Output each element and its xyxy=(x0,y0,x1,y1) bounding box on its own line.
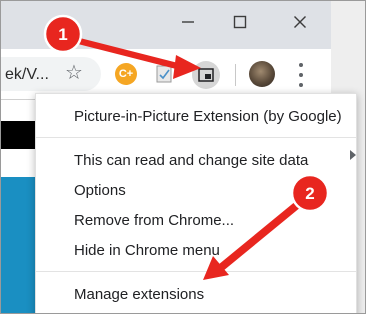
picture-in-picture-extension-button[interactable] xyxy=(192,61,220,89)
browser-window: ek/V... ☆ C+ Picture-in-Picture Extensio… xyxy=(0,0,366,314)
title-bar xyxy=(1,1,331,49)
bookmark-star-icon[interactable]: ☆ xyxy=(65,60,83,85)
menu-item-hide[interactable]: Hide in Chrome menu xyxy=(74,242,220,259)
maximize-button[interactable] xyxy=(217,7,263,37)
chrome-menu-button[interactable] xyxy=(293,63,309,87)
minimize-icon xyxy=(182,21,194,23)
close-icon xyxy=(294,16,306,28)
menu-divider xyxy=(36,271,356,272)
extension-context-menu: Picture-in-Picture Extension (by Google)… xyxy=(35,93,357,313)
page-dark-band xyxy=(1,121,35,149)
menu-item-extension-name[interactable]: Picture-in-Picture Extension (by Google) xyxy=(74,108,342,125)
page-blue-panel xyxy=(1,177,35,313)
profile-avatar[interactable] xyxy=(249,61,275,87)
submenu-arrow-icon xyxy=(350,150,356,160)
notepad-extension-icon[interactable] xyxy=(155,65,173,83)
toolbar-separator xyxy=(235,64,236,86)
menu-dot-icon xyxy=(299,73,303,77)
coupon-extension-icon[interactable]: C+ xyxy=(115,63,137,85)
menu-divider xyxy=(36,137,356,138)
address-text: ek/V... xyxy=(5,66,49,83)
menu-item-options[interactable]: Options xyxy=(74,182,126,199)
minimize-button[interactable] xyxy=(165,7,211,37)
menu-item-remove[interactable]: Remove from Chrome... xyxy=(74,212,234,229)
picture-in-picture-icon xyxy=(198,68,214,82)
maximize-icon xyxy=(233,15,247,29)
menu-item-site-access[interactable]: This can read and change site data xyxy=(74,152,308,169)
menu-dot-icon xyxy=(299,63,303,67)
menu-item-manage-extensions[interactable]: Manage extensions xyxy=(74,286,204,303)
close-window-button[interactable] xyxy=(277,7,323,37)
address-bar[interactable]: ek/V... ☆ xyxy=(1,57,101,91)
menu-dot-icon xyxy=(299,83,303,87)
